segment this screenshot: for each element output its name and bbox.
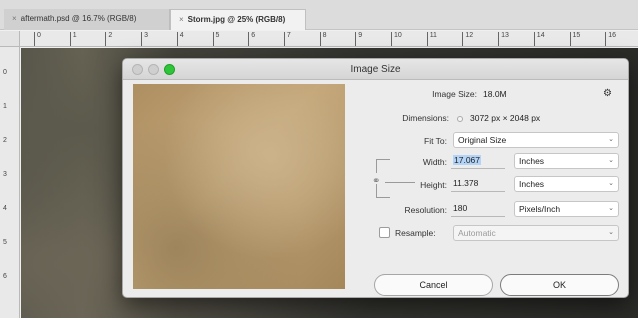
- chevron-down-icon: ⌄: [608, 136, 614, 143]
- height-unit-select[interactable]: Inches ⌄: [514, 176, 619, 192]
- dialog-title-bar: Image Size: [123, 59, 628, 80]
- tab-aftermath[interactable]: × aftermath.psd @ 16.7% (RGB/8): [4, 9, 170, 30]
- fit-to-value: Original Size: [458, 135, 507, 145]
- ruler-tick-label: 14: [533, 32, 545, 46]
- chevron-down-icon: ⌄: [608, 180, 614, 187]
- ruler-tick-label: 16: [605, 32, 616, 46]
- ruler-tick-label: 2: [105, 32, 112, 46]
- resolution-unit-select[interactable]: Pixels/Inch ⌄: [514, 201, 619, 217]
- fit-to-label: Fit To:: [424, 136, 447, 146]
- ruler-tick-label: 0: [34, 32, 41, 46]
- constrain-bracket-top: [376, 159, 390, 173]
- width-unit-select[interactable]: Inches ⌄: [514, 153, 619, 169]
- image-size-dialog: Image Size Image Size: 18.0M ⚙ Dimension…: [122, 58, 629, 298]
- dimensions-label: Dimensions:: [402, 113, 449, 123]
- width-field[interactable]: 17.067: [451, 153, 505, 169]
- ruler-corner: [0, 31, 20, 47]
- chevron-down-icon: ⌄: [608, 205, 614, 212]
- image-size-label: Image Size:: [432, 89, 477, 99]
- width-unit-value: Inches: [519, 156, 545, 166]
- resample-method-value: Automatic: [458, 228, 496, 238]
- ruler-tick-label: 9: [355, 32, 362, 46]
- chain-link-icon[interactable]: ⚭: [372, 176, 380, 187]
- ruler-tick-label: 1: [3, 103, 7, 110]
- height-value: 11.378: [453, 178, 479, 188]
- horizontal-ruler[interactable]: 01234567891011121314151617: [20, 31, 638, 47]
- fit-to-select[interactable]: Original Size ⌄: [453, 132, 619, 148]
- ruler-tick-label: 5: [3, 239, 7, 246]
- ruler-tick-label: 12: [462, 32, 473, 46]
- document-tab-bar: × aftermath.psd @ 16.7% (RGB/8) × Storm.jp…: [0, 0, 638, 30]
- ruler-tick-label: 7: [283, 32, 291, 46]
- ok-button[interactable]: OK: [500, 274, 619, 296]
- dialog-title: Image Size: [350, 64, 401, 75]
- height-label: Height:: [420, 180, 447, 190]
- gear-icon[interactable]: ⚙: [603, 88, 612, 99]
- resample-checkbox[interactable]: [379, 227, 390, 238]
- ruler-tick-label: 1: [69, 32, 77, 46]
- ruler-tick-label: 13: [498, 32, 509, 46]
- chevron-down-icon: ⌄: [608, 157, 614, 164]
- cancel-button[interactable]: Cancel: [374, 274, 493, 296]
- height-field[interactable]: 11.378: [451, 176, 505, 192]
- ruler-tick-label: 11: [426, 32, 437, 46]
- tab-label: Storm.jpg @ 25% (RGB/8): [187, 15, 286, 24]
- ruler-tick-label: 6: [3, 273, 7, 280]
- minimize-window-button[interactable]: [148, 64, 159, 75]
- tab-close-icon[interactable]: ×: [12, 14, 17, 23]
- tab-close-icon[interactable]: ×: [179, 15, 184, 24]
- ruler-tick-label: 10: [391, 32, 402, 46]
- resolution-field[interactable]: 180: [451, 201, 505, 217]
- ruler-tick-label: 4: [3, 205, 7, 212]
- ruler-tick-label: 8: [319, 32, 327, 46]
- vertical-ruler[interactable]: 0 1 2 3 4 5 6: [0, 47, 20, 318]
- dimensions-value: 3072 px × 2048 px: [470, 113, 541, 123]
- ruler-tick-label: 3: [3, 171, 7, 178]
- ruler-tick-label: 2: [3, 137, 7, 144]
- dimensions-unit-toggle[interactable]: [457, 116, 463, 122]
- resample-label: Resample:: [395, 228, 436, 238]
- ruler-tick-label: 6: [248, 32, 255, 46]
- image-size-value: 18.0M: [483, 89, 507, 99]
- close-window-button[interactable]: [132, 64, 143, 75]
- ruler-tick-label: 0: [3, 69, 7, 76]
- width-label: Width:: [422, 157, 447, 167]
- ruler-tick-label: 15: [569, 32, 580, 46]
- zoom-window-button[interactable]: [164, 64, 175, 75]
- resolution-label: Resolution:: [404, 205, 447, 215]
- width-value: 17.067: [453, 155, 481, 165]
- ruler-tick-label: 5: [212, 32, 219, 46]
- resample-method-select[interactable]: Automatic ⌄: [453, 225, 619, 241]
- resolution-value: 180: [453, 203, 468, 213]
- image-preview[interactable]: [133, 84, 345, 289]
- resolution-unit-value: Pixels/Inch: [519, 204, 561, 214]
- ruler-tick-label: 4: [176, 32, 184, 46]
- height-unit-value: Inches: [519, 179, 545, 189]
- chevron-down-icon: ⌄: [608, 229, 614, 236]
- tab-label: aftermath.psd @ 16.7% (RGB/8): [20, 14, 137, 23]
- tab-storm[interactable]: × Storm.jpg @ 25% (RGB/8): [170, 9, 306, 30]
- ruler-tick-label: 3: [141, 32, 148, 46]
